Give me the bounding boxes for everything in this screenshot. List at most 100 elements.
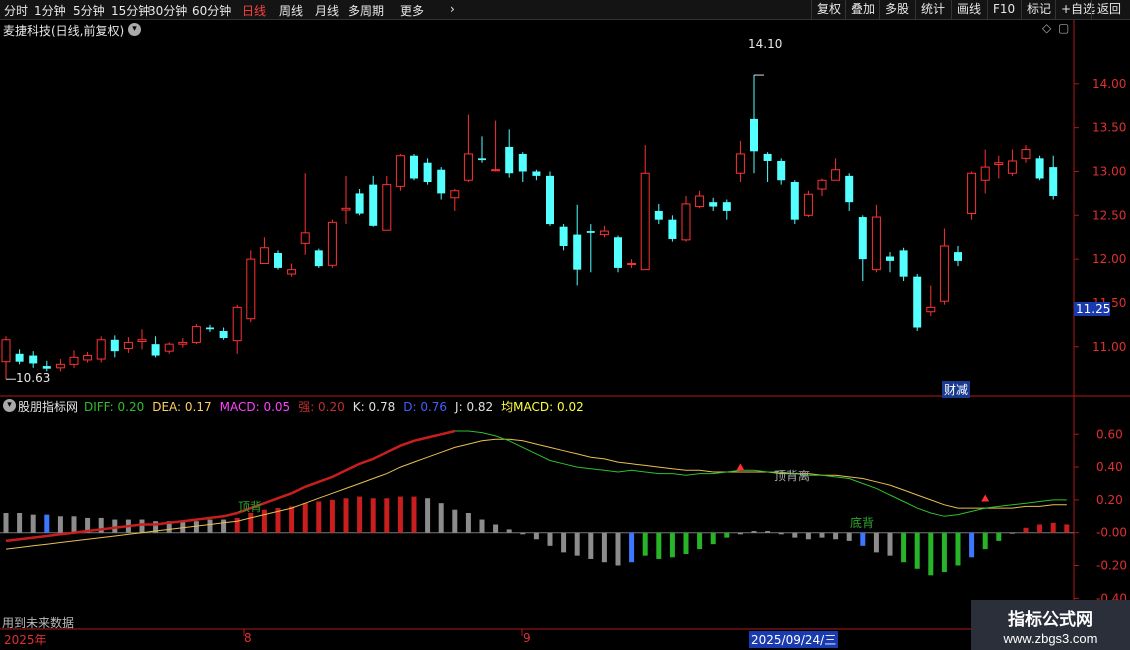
macd-bar [1064, 524, 1070, 533]
period-tab-3[interactable]: 15分钟 [111, 2, 150, 19]
period-tab-7[interactable]: 周线 [279, 2, 303, 19]
cai-jian-badge[interactable]: 财减 [942, 381, 971, 398]
macd-bar [561, 532, 567, 553]
macd-bar [343, 498, 349, 533]
period-tab-8[interactable]: 月线 [315, 2, 339, 19]
toolbar-button-3[interactable]: 统计 [915, 0, 950, 20]
candle-body [913, 276, 922, 328]
period-tab-2[interactable]: 5分钟 [73, 2, 105, 19]
macd-bar [30, 514, 36, 533]
candle-body [300, 232, 310, 244]
high-price-marker: 14.10 [748, 37, 783, 51]
settings-icon[interactable]: ▢ [1058, 21, 1069, 35]
candle-body [191, 326, 201, 343]
macd-bar [792, 532, 798, 538]
macd-bar [234, 517, 240, 533]
macd-bar [955, 532, 961, 566]
candle-body [96, 339, 106, 360]
macd-bar [289, 506, 295, 533]
macd-bar [221, 519, 227, 533]
top-toolbar: 分时 1分钟 5分钟 15分钟 30分钟 60分钟 日线 周线 月线 多周期 更多 › 复权 叠加 多股 统计… [0, 0, 1130, 20]
macd-bar [1050, 522, 1056, 533]
macd-bar [642, 532, 648, 556]
macd-bar [805, 532, 811, 540]
macd-bar [710, 532, 716, 545]
toolbar-button-6[interactable]: 标记 [1021, 0, 1056, 20]
candle-body [899, 250, 908, 277]
macd-bar [520, 532, 526, 535]
toolbar-button-4[interactable]: 画线 [951, 0, 986, 20]
macd-bar [370, 498, 376, 533]
candle-body [954, 252, 962, 261]
macd-bar [329, 499, 335, 533]
period-tab-0[interactable]: 分时 [4, 2, 28, 19]
toolbar-button-0[interactable]: 复权 [811, 0, 846, 20]
candle-body [505, 146, 514, 174]
indicator-dropdown-icon[interactable]: ▾ [3, 399, 16, 412]
diamond-icon[interactable]: ◇ [1042, 21, 1051, 35]
stock-title: 麦捷科技(日线,前复权) [3, 24, 125, 38]
price-tick-label: 14.00 [1092, 77, 1126, 91]
candle-body [790, 182, 799, 220]
candle-body [151, 344, 160, 356]
candle-body [763, 153, 772, 161]
candle-body [450, 190, 460, 199]
candle-body [532, 171, 541, 176]
title-dropdown-icon[interactable]: ▾ [128, 23, 141, 36]
period-tab-5[interactable]: 60分钟 [192, 2, 231, 19]
candle-body [246, 258, 256, 320]
macd-bar [819, 532, 825, 538]
indicator-tick-label: 0.40 [1096, 460, 1123, 474]
macd-bar [180, 521, 186, 533]
candle-body [614, 237, 622, 268]
toolbar-button-2[interactable]: 多股 [879, 0, 914, 20]
site-watermark: 指标公式网 www.zbgs3.com [971, 600, 1130, 650]
candle-body [750, 118, 758, 152]
indicator-value-1: DEA: 0.17 [152, 400, 212, 414]
candle-body [123, 341, 133, 350]
candle-body [695, 195, 705, 208]
toolbar-button-8[interactable]: 返回 [1091, 0, 1126, 20]
candle-body [817, 179, 827, 190]
candle-body [640, 172, 650, 271]
macd-bar [506, 529, 512, 533]
toolbar-button-5[interactable]: F10 [987, 0, 1020, 20]
macd-bar [697, 532, 703, 550]
macd-bar [778, 532, 784, 535]
candle-body [777, 160, 786, 181]
selected-date-label: 2025/09/24/三 [749, 631, 839, 648]
macd-bar [873, 532, 879, 553]
period-tab-1[interactable]: 1分钟 [34, 2, 66, 19]
candle-body [341, 207, 351, 211]
candle-body [219, 331, 228, 339]
macd-bar [57, 516, 63, 533]
period-tab-6[interactable]: 日线 [242, 2, 266, 19]
indicator-value-0: DIFF: 0.20 [84, 400, 145, 414]
candle-body [1049, 167, 1058, 197]
candle-body [42, 366, 51, 369]
candle-body [709, 202, 718, 207]
candle-body [858, 217, 867, 260]
candle-body [478, 158, 486, 161]
macd-bar [493, 524, 499, 533]
macd-bar [751, 531, 757, 533]
macd-bar [425, 498, 431, 533]
toolbar-button-1[interactable]: 叠加 [845, 0, 880, 20]
price-tick-label: 13.50 [1092, 121, 1126, 135]
period-tab-4[interactable]: 30分钟 [148, 2, 187, 19]
axis-month-8-label: 8 [244, 631, 252, 645]
watermark-title: 指标公式网 [1008, 610, 1093, 629]
candle-body [274, 253, 282, 268]
candle-body [355, 193, 364, 214]
period-tab-9[interactable]: 多周期 [348, 2, 384, 19]
macd-bar [17, 513, 23, 533]
macd-bar [941, 532, 947, 573]
indicator-value-4: K: 0.78 [352, 400, 396, 414]
macd-bar [982, 532, 988, 550]
period-tab-10[interactable]: 更多 [400, 2, 424, 19]
stock-chart[interactable]: 11.0011.5012.0012.5013.0013.5014.000.600… [0, 20, 1130, 650]
chevron-right-icon[interactable]: › [450, 2, 455, 16]
macd-bar [71, 516, 77, 533]
indicator-tick-label: -0.20 [1096, 559, 1127, 573]
candle-body [259, 247, 269, 265]
